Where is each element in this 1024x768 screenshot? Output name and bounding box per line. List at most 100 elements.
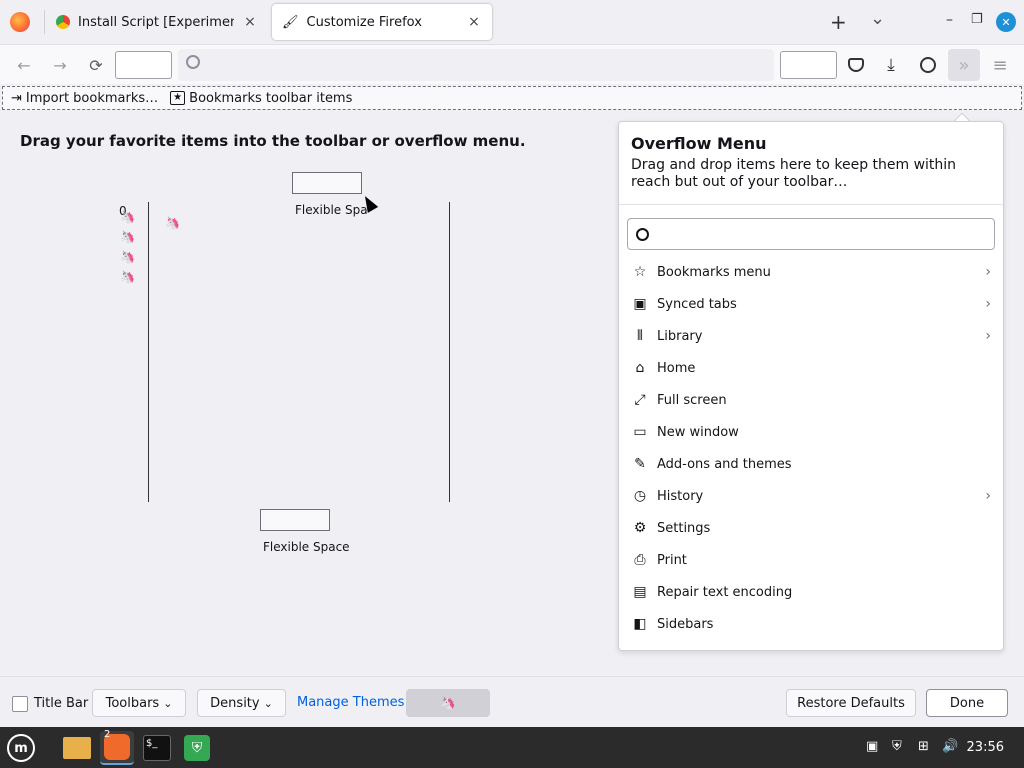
- close-tab-icon[interactable]: ×: [466, 14, 482, 30]
- bookmarks-items-label: Bookmarks toolbar items: [189, 90, 353, 106]
- window-count-badge: 2: [104, 729, 111, 740]
- chevron-right-icon: ›: [985, 264, 991, 280]
- menu-item-label: Full screen: [657, 392, 727, 408]
- terminal-icon[interactable]: $_: [140, 731, 174, 765]
- volume-icon[interactable]: 🔊: [942, 739, 958, 754]
- downloads-icon[interactable]: ⤓: [877, 51, 905, 79]
- import-icon: ⇥: [11, 90, 22, 106]
- search-icon: [636, 227, 649, 241]
- flexible-space-top[interactable]: [292, 172, 362, 194]
- unicorn-icon: 🦄: [440, 696, 456, 710]
- menu-item-synced-tabs[interactable]: ▣ Synced tabs ›: [631, 290, 991, 318]
- add-ons-and-themes-icon: ✎: [634, 456, 646, 472]
- search-placeholder[interactable]: [780, 51, 837, 79]
- menu-item-label: Synced tabs: [657, 296, 737, 312]
- tab-strip: Install Script [Experimental] × 🖌 Custom…: [0, 0, 1024, 44]
- files-icon[interactable]: [60, 731, 94, 765]
- shield-tray-icon[interactable]: ⛨: [892, 739, 902, 754]
- unicorn-icon[interactable]: 🦄: [120, 230, 135, 244]
- title-bar-checkbox[interactable]: [12, 696, 28, 712]
- import-bookmarks-label: Import bookmarks…: [25, 90, 159, 106]
- chrome-favicon-icon: [56, 15, 70, 29]
- library-icon: ⫴: [637, 328, 643, 344]
- menu-item-label: Home: [657, 360, 696, 376]
- theme-preview-button[interactable]: 🦄: [406, 689, 490, 717]
- density-label: Density: [210, 695, 260, 711]
- tab-separator: [44, 10, 45, 34]
- firefox-menu-icon[interactable]: [10, 12, 30, 32]
- clipboard-icon[interactable]: ▣: [866, 739, 878, 754]
- settings-icon: ⚙: [633, 520, 647, 536]
- customize-footer: Title Bar Toolbars ⌄ Density ⌄ Manage Th…: [0, 676, 1024, 726]
- account-icon[interactable]: [914, 51, 942, 79]
- overflow-title: Overflow Menu: [631, 134, 767, 153]
- menu-item-home[interactable]: ⌂ Home: [631, 354, 991, 382]
- mint-menu-icon[interactable]: m: [4, 731, 38, 765]
- overflow-menu-panel: Overflow Menu Drag and drop items here t…: [618, 121, 1004, 651]
- back-icon[interactable]: ←: [10, 51, 38, 79]
- pocket-icon[interactable]: [842, 51, 870, 79]
- tab-customize-firefox[interactable]: 🖌 Customize Firefox ×: [272, 4, 492, 40]
- unicorn-icon[interactable]: 🦄: [120, 210, 135, 224]
- flexible-space-bottom[interactable]: [260, 509, 330, 531]
- menu-item-sidebars[interactable]: ◧ Sidebars: [631, 610, 991, 638]
- overflow-chevron-icon[interactable]: »: [948, 49, 980, 81]
- tab-title: Customize Firefox: [306, 14, 422, 30]
- reload-icon[interactable]: ⟳: [82, 51, 110, 79]
- import-bookmarks-button[interactable]: ⇥ Import bookmarks…: [11, 91, 158, 106]
- overflow-separator: [619, 204, 1003, 205]
- window-close-icon[interactable]: ✕: [996, 12, 1016, 32]
- menu-item-bookmarks-menu[interactable]: ☆ Bookmarks menu ›: [631, 258, 991, 286]
- close-tab-icon[interactable]: ×: [242, 14, 258, 30]
- tab-title: Install Script [Experimental]: [78, 14, 234, 30]
- chevron-down-icon: ⌄: [263, 696, 273, 710]
- unicorn-icon[interactable]: 🦄: [120, 250, 135, 264]
- star-icon: ★: [170, 91, 186, 105]
- density-button[interactable]: Density ⌄: [197, 689, 286, 717]
- chevron-right-icon: ›: [985, 328, 991, 344]
- menu-item-repair-text-encoding[interactable]: ▤ Repair text encoding: [631, 578, 991, 606]
- unicorn-icon[interactable]: 🦄: [120, 270, 135, 284]
- flexible-space-bottom-label: Flexible Space: [263, 540, 350, 554]
- manage-themes-link[interactable]: Manage Themes: [297, 695, 404, 710]
- home-icon: ⌂: [635, 360, 645, 376]
- menu-item-label: History: [657, 488, 704, 504]
- url-bar[interactable]: [178, 49, 774, 81]
- menu-item-history[interactable]: ◷ History ›: [631, 482, 991, 510]
- done-button[interactable]: Done: [926, 689, 1008, 717]
- menu-item-library[interactable]: ⫴ Library ›: [631, 322, 991, 350]
- menu-item-label: Add-ons and themes: [657, 456, 792, 472]
- bookmarks-menu-icon: ☆: [633, 264, 647, 280]
- print-icon: ⎙: [634, 552, 646, 568]
- network-icon[interactable]: ⊞: [918, 739, 929, 754]
- menu-item-label: Bookmarks menu: [657, 264, 771, 280]
- restore-defaults-button[interactable]: Restore Defaults: [786, 689, 916, 717]
- menu-item-new-window[interactable]: ▭ New window: [631, 418, 991, 446]
- toolbars-button[interactable]: Toolbars ⌄: [92, 689, 186, 717]
- home-placeholder[interactable]: [115, 51, 172, 79]
- chevron-right-icon: ›: [985, 296, 991, 312]
- menu-item-label: New window: [657, 424, 739, 440]
- menu-item-label: Settings: [657, 520, 711, 536]
- menu-item-add-ons-and-themes[interactable]: ✎ Add-ons and themes: [631, 450, 991, 478]
- hamburger-menu-icon[interactable]: ≡: [986, 51, 1014, 79]
- synced-tabs-icon: ▣: [633, 296, 647, 312]
- menu-item-settings[interactable]: ⚙ Settings: [631, 514, 991, 542]
- overflow-search-input[interactable]: [627, 218, 995, 250]
- forward-icon[interactable]: →: [46, 51, 74, 79]
- divider-line-right: [449, 202, 450, 502]
- list-all-tabs-icon[interactable]: ⌄: [870, 8, 885, 29]
- restore-icon[interactable]: ❐: [971, 12, 983, 27]
- menu-item-full-screen[interactable]: ⤢ Full screen: [631, 386, 991, 414]
- minimize-icon[interactable]: –: [946, 12, 953, 28]
- chevron-down-icon: ⌄: [163, 696, 173, 710]
- shield-app-icon[interactable]: ⛨: [180, 731, 214, 765]
- menu-item-print[interactable]: ⎙ Print: [631, 546, 991, 574]
- clock[interactable]: 23:56: [967, 740, 1004, 755]
- bookmarks-toolbar-items[interactable]: ★ Bookmarks toolbar items: [170, 91, 352, 106]
- sidebars-icon: ◧: [633, 616, 647, 632]
- new-tab-icon[interactable]: +: [830, 10, 847, 34]
- menu-item-label: Sidebars: [657, 616, 714, 632]
- unicorn-icon[interactable]: 🦄: [165, 216, 180, 230]
- tab-install-script[interactable]: Install Script [Experimental] ×: [46, 4, 268, 40]
